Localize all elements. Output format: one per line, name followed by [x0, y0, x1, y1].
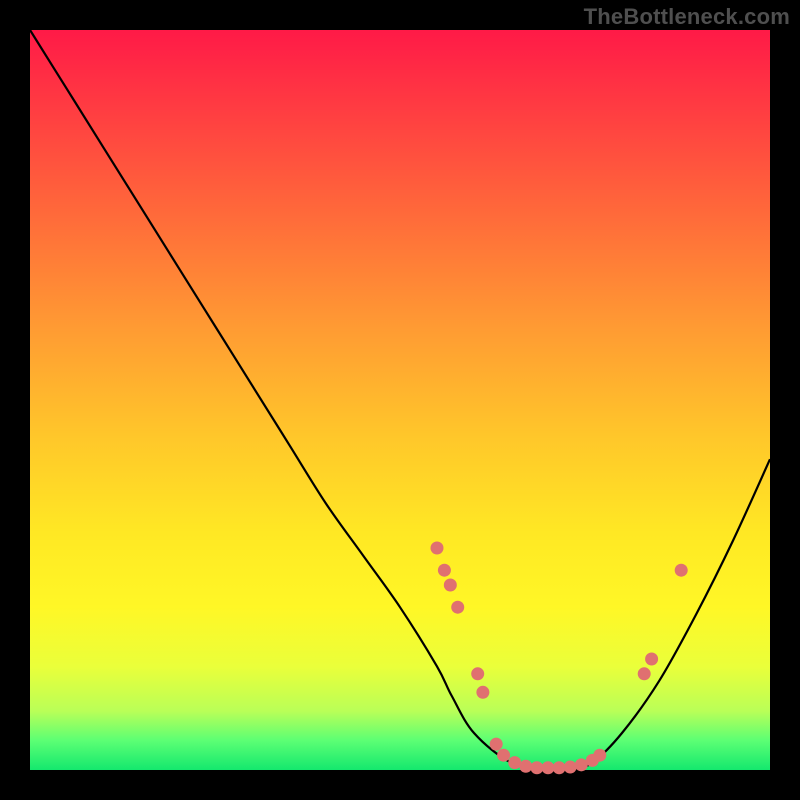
data-point [530, 761, 543, 774]
data-point [471, 667, 484, 680]
data-point [575, 758, 588, 771]
data-point [451, 601, 464, 614]
watermark-text: TheBottleneck.com [584, 4, 790, 30]
data-point [508, 756, 521, 769]
data-point [593, 749, 606, 762]
data-point [675, 564, 688, 577]
data-point [542, 761, 555, 774]
data-point [431, 542, 444, 555]
data-point [497, 749, 510, 762]
plot-area [30, 30, 770, 770]
data-point [519, 760, 532, 773]
data-point [553, 761, 566, 774]
data-point [564, 761, 577, 774]
data-point [476, 686, 489, 699]
data-point [490, 738, 503, 751]
data-points-group [431, 542, 688, 775]
curve-layer [30, 30, 770, 770]
data-point [645, 653, 658, 666]
bottleneck-curve [30, 30, 770, 771]
data-point [444, 579, 457, 592]
data-point [438, 564, 451, 577]
chart-frame: TheBottleneck.com [0, 0, 800, 800]
data-point [638, 667, 651, 680]
